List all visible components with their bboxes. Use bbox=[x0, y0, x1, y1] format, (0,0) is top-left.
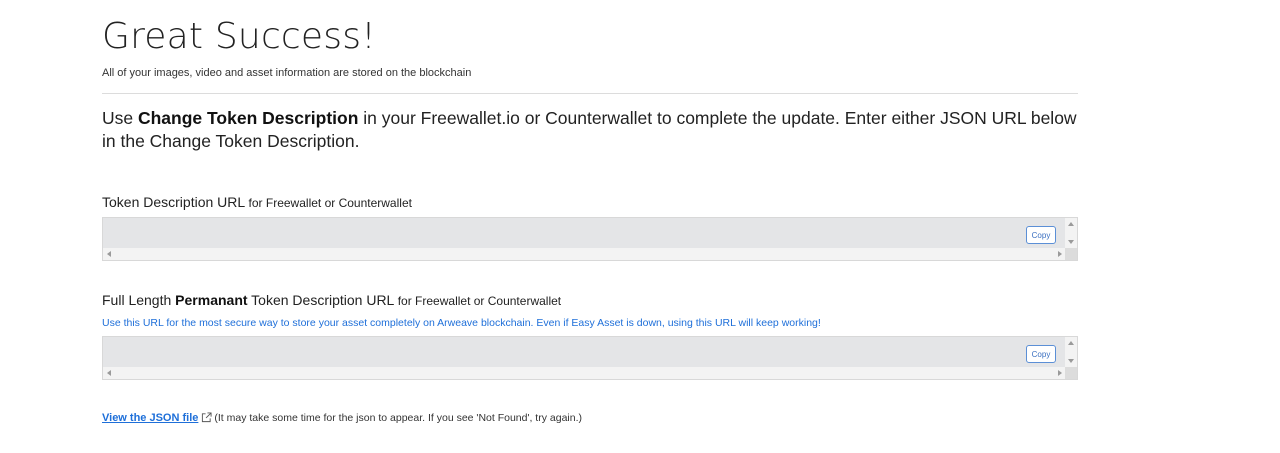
field2-label-post: Token Description URL bbox=[247, 292, 394, 308]
json-link-row: View the JSON file (It may take some time… bbox=[102, 412, 582, 426]
vertical-scrollbar[interactable] bbox=[1065, 218, 1077, 248]
scroll-right-arrow-icon[interactable] bbox=[1058, 251, 1062, 257]
scroll-left-arrow-icon[interactable] bbox=[107, 251, 111, 257]
scroll-down-arrow-icon[interactable] bbox=[1068, 240, 1074, 244]
field2-label-suffix: for Freewallet or Counterwallet bbox=[397, 294, 562, 308]
instructions-text: Use Change Token Description in your Fre… bbox=[102, 107, 1082, 153]
horizontal-scrollbar[interactable] bbox=[103, 248, 1066, 260]
scroll-left-arrow-icon[interactable] bbox=[107, 370, 111, 376]
page-subtitle: All of your images, video and asset info… bbox=[102, 67, 472, 79]
external-link-icon[interactable] bbox=[201, 412, 212, 426]
scrollbar-corner bbox=[1065, 367, 1077, 379]
divider bbox=[102, 93, 1078, 94]
token-description-url-field[interactable]: Copy bbox=[102, 217, 1078, 261]
instructions-pre: Use bbox=[102, 108, 138, 128]
permanent-url-label: Full Length Permanant Token Description … bbox=[102, 292, 561, 308]
permanent-url-hint: Use this URL for the most secure way to … bbox=[102, 317, 821, 329]
view-json-link[interactable]: View the JSON file bbox=[102, 412, 198, 424]
page-title: Great Success! bbox=[102, 16, 376, 57]
json-note: (It may take some time for the json to a… bbox=[214, 412, 582, 424]
instructions-bold: Change Token Description bbox=[137, 108, 359, 128]
field1-label: Token Description URL bbox=[102, 194, 245, 210]
scroll-up-arrow-icon[interactable] bbox=[1068, 341, 1074, 345]
vertical-scrollbar[interactable] bbox=[1065, 337, 1077, 367]
token-description-url-label: Token Description URL for Freewallet or … bbox=[102, 194, 412, 210]
permanent-url-field[interactable]: Copy bbox=[102, 336, 1078, 380]
scroll-up-arrow-icon[interactable] bbox=[1068, 222, 1074, 226]
copy-button[interactable]: Copy bbox=[1026, 345, 1056, 363]
scrollbar-corner bbox=[1065, 248, 1077, 260]
field1-label-suffix: for Freewallet or Counterwallet bbox=[248, 196, 412, 210]
scroll-right-arrow-icon[interactable] bbox=[1058, 370, 1062, 376]
field2-label-bold: Permanant bbox=[175, 292, 248, 308]
copy-button[interactable]: Copy bbox=[1026, 226, 1056, 244]
field2-label-pre: Full Length bbox=[102, 292, 176, 308]
horizontal-scrollbar[interactable] bbox=[103, 367, 1066, 379]
scroll-down-arrow-icon[interactable] bbox=[1068, 359, 1074, 363]
